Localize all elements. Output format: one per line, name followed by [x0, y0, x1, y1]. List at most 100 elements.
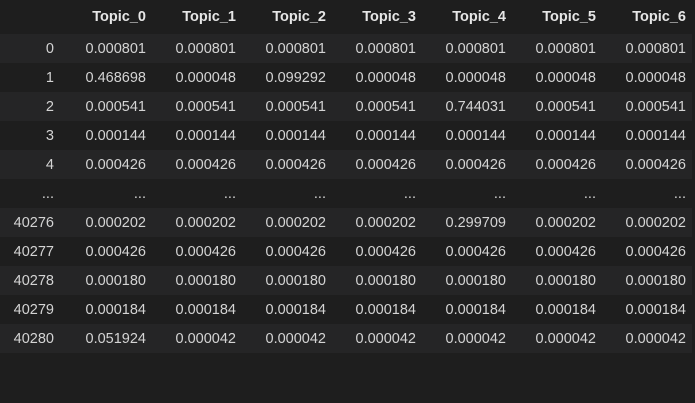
table-body: 0 0.000801 0.000801 0.000801 0.000801 0.00080… [0, 34, 692, 353]
row-index: 40280 [13, 330, 54, 347]
table-cell: 0.000426 [625, 156, 686, 173]
table-cell: 0.000144 [535, 127, 596, 144]
table-cell: 0.000048 [625, 69, 686, 86]
row-index: 40279 [13, 301, 54, 318]
table-cell: 0.000042 [625, 330, 686, 347]
table-cell: 0.000180 [355, 272, 416, 289]
row-index: 0 [45, 40, 54, 57]
table-cell: 0.000202 [535, 214, 596, 231]
row-index: 40276 [13, 214, 54, 231]
table-cell: 0.000426 [265, 243, 326, 260]
dataframe-output: Topic_0 Topic_1 Topic_2 Topic_3 Topic_4 Topic… [0, 0, 695, 403]
table-cell: 0.000184 [355, 301, 416, 318]
table-cell: 0.000426 [265, 156, 326, 173]
table-cell: 0.000180 [175, 272, 236, 289]
table-cell: 0.000202 [355, 214, 416, 231]
table-cell: 0.000801 [85, 40, 146, 57]
table-cell: 0.000202 [625, 214, 686, 231]
table-cell: 0.299709 [445, 214, 506, 231]
table-cell: 0.000801 [175, 40, 236, 57]
dataframe-table: Topic_0 Topic_1 Topic_2 Topic_3 Topic_4 Topic… [0, 0, 692, 353]
index-header [0, 0, 62, 34]
table-cell: 0.000144 [265, 127, 326, 144]
table-row: 3 0.000144 0.000144 0.000144 0.000144 0.00014… [0, 121, 692, 150]
table-cell: 0.000180 [265, 272, 326, 289]
table-cell: 0.000042 [535, 330, 596, 347]
table-cell: 0.000184 [265, 301, 326, 318]
table-row: 40276 0.000202 0.000202 0.000202 0.000202 0.2… [0, 208, 692, 237]
table-cell: 0.000426 [625, 243, 686, 260]
table-cell: 0.000426 [445, 156, 506, 173]
table-cell: 0.468698 [85, 69, 146, 86]
table-cell: ... [313, 185, 326, 202]
table-cell: 0.000426 [355, 156, 416, 173]
table-cell: 0.000541 [355, 98, 416, 115]
table-cell: ... [673, 185, 686, 202]
table-cell: 0.000541 [535, 98, 596, 115]
table-cell: 0.000426 [175, 156, 236, 173]
table-cell: 0.000180 [625, 272, 686, 289]
table-row: 1 0.468698 0.000048 0.099292 0.000048 0.00004… [0, 63, 692, 92]
table-cell: 0.000426 [85, 156, 146, 173]
table-cell: ... [223, 185, 236, 202]
table-cell: 0.000180 [445, 272, 506, 289]
table-cell: 0.099292 [265, 69, 326, 86]
table-cell: 0.000426 [445, 243, 506, 260]
table-cell: 0.000042 [175, 330, 236, 347]
table-cell: 0.000202 [265, 214, 326, 231]
table-cell: 0.000048 [445, 69, 506, 86]
table-cell: 0.000144 [85, 127, 146, 144]
table-row: 0 0.000801 0.000801 0.000801 0.000801 0.00080… [0, 34, 692, 63]
table-cell: 0.000144 [355, 127, 416, 144]
column-header-topic-3: Topic_3 [362, 9, 416, 25]
table-cell: 0.000541 [175, 98, 236, 115]
table-cell: 0.000144 [625, 127, 686, 144]
row-index: 3 [45, 127, 54, 144]
table-cell: 0.000801 [625, 40, 686, 57]
row-index: 2 [45, 98, 54, 115]
table-cell: ... [493, 185, 506, 202]
table-cell: 0.000426 [175, 243, 236, 260]
table-cell: 0.000144 [445, 127, 506, 144]
table-cell: ... [583, 185, 596, 202]
table-cell: ... [133, 185, 146, 202]
table-cell: 0.000801 [445, 40, 506, 57]
row-index: 4 [45, 156, 54, 173]
table-row: ........................ [0, 179, 692, 208]
column-header-topic-5: Topic_5 [542, 9, 596, 25]
table-cell: 0.000426 [355, 243, 416, 260]
column-header-topic-1: Topic_1 [182, 9, 236, 25]
table-cell: 0.000202 [175, 214, 236, 231]
table-cell: 0.000801 [355, 40, 416, 57]
table-cell: 0.000541 [265, 98, 326, 115]
table-cell: 0.000048 [175, 69, 236, 86]
row-index: ... [41, 185, 54, 202]
table-cell: 0.000202 [85, 214, 146, 231]
table-cell: 0.000541 [85, 98, 146, 115]
table-cell: 0.000801 [265, 40, 326, 57]
table-cell: 0.000184 [625, 301, 686, 318]
table-row: 40279 0.000184 0.000184 0.000184 0.000184 0.0… [0, 295, 692, 324]
table-cell: 0.051924 [85, 330, 146, 347]
table-cell: ... [403, 185, 416, 202]
table-cell: 0.000184 [535, 301, 596, 318]
column-header-topic-2: Topic_2 [272, 9, 326, 25]
table-cell: 0.000801 [535, 40, 596, 57]
table-cell: 0.000426 [535, 243, 596, 260]
column-header-topic-4: Topic_4 [452, 9, 506, 25]
table-cell: 0.000042 [445, 330, 506, 347]
table-cell: 0.000426 [535, 156, 596, 173]
table-cell: 0.000180 [85, 272, 146, 289]
header-row: Topic_0 Topic_1 Topic_2 Topic_3 Topic_4 Topic… [0, 0, 692, 34]
table-cell: 0.744031 [445, 98, 506, 115]
table-row: 40277 0.000426 0.000426 0.000426 0.000426 0.0… [0, 237, 692, 266]
table-row: 40280 0.051924 0.000042 0.000042 0.000042 0.0… [0, 324, 692, 353]
column-header-topic-6: Topic_6 [632, 9, 686, 25]
row-index: 40278 [13, 272, 54, 289]
row-index: 40277 [13, 243, 54, 260]
table-cell: 0.000426 [85, 243, 146, 260]
table-row: 2 0.000541 0.000541 0.000541 0.000541 0.74403… [0, 92, 692, 121]
table-header: Topic_0 Topic_1 Topic_2 Topic_3 Topic_4 Topic… [0, 0, 692, 34]
table-cell: 0.000042 [355, 330, 416, 347]
table-cell: 0.000184 [445, 301, 506, 318]
